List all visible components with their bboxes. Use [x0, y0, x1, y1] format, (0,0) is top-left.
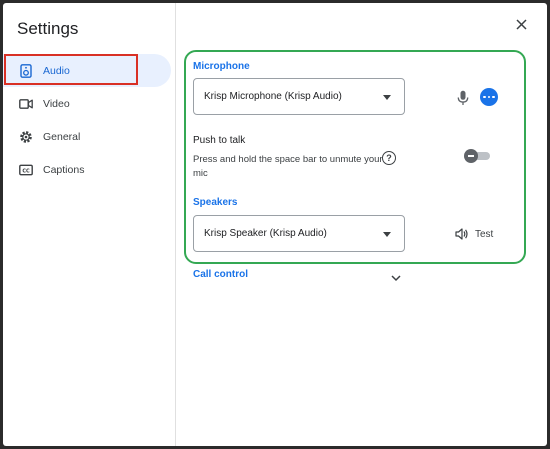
help-icon[interactable]: ?: [382, 151, 396, 165]
test-label: Test: [475, 228, 494, 240]
closed-captions-icon: CC: [19, 163, 33, 177]
call-control-label[interactable]: Call control: [193, 269, 248, 280]
svg-text:CC: CC: [22, 168, 30, 174]
close-icon: [515, 18, 527, 30]
audio-highlight-box: [4, 54, 138, 85]
sidebar-item-video[interactable]: Video: [3, 87, 171, 120]
dropdown-arrow-icon: [383, 232, 391, 237]
gear-icon: [19, 130, 33, 144]
close-button[interactable]: [513, 16, 529, 32]
push-to-talk-description: Press and hold the space bar to unmute y…: [193, 154, 383, 179]
sidebar-item-captions[interactable]: CC Captions: [3, 153, 171, 186]
sidebar-item-label: General: [43, 130, 81, 143]
microphone-select[interactable]: Krisp Microphone (Krisp Audio): [193, 78, 405, 115]
more-options-button[interactable]: [480, 88, 498, 106]
sidebar-item-general[interactable]: General: [3, 120, 171, 153]
chevron-down-icon[interactable]: [390, 270, 402, 282]
microphone-label: Microphone: [193, 61, 250, 72]
push-to-talk-title: Push to talk: [193, 135, 246, 146]
dialog-title: Settings: [17, 19, 79, 38]
dropdown-arrow-icon: [383, 95, 391, 100]
microphone-select-value: Krisp Microphone (Krisp Audio): [204, 91, 342, 102]
sidebar-item-label: Captions: [43, 163, 85, 176]
settings-dialog: Settings Audio Video General CC Captions: [3, 3, 547, 446]
speakers-label: Speakers: [193, 197, 238, 208]
microphone-icon: [456, 90, 470, 106]
push-to-talk-toggle[interactable]: [464, 149, 490, 163]
speakers-select-value: Krisp Speaker (Krisp Audio): [204, 228, 327, 239]
volume-icon: [455, 228, 468, 240]
test-speakers-button[interactable]: Test: [455, 225, 493, 243]
video-camera-icon: [19, 97, 33, 111]
speakers-select[interactable]: Krisp Speaker (Krisp Audio): [193, 215, 405, 252]
sidebar-item-label: Video: [43, 97, 70, 110]
more-dots-icon: [483, 95, 486, 99]
